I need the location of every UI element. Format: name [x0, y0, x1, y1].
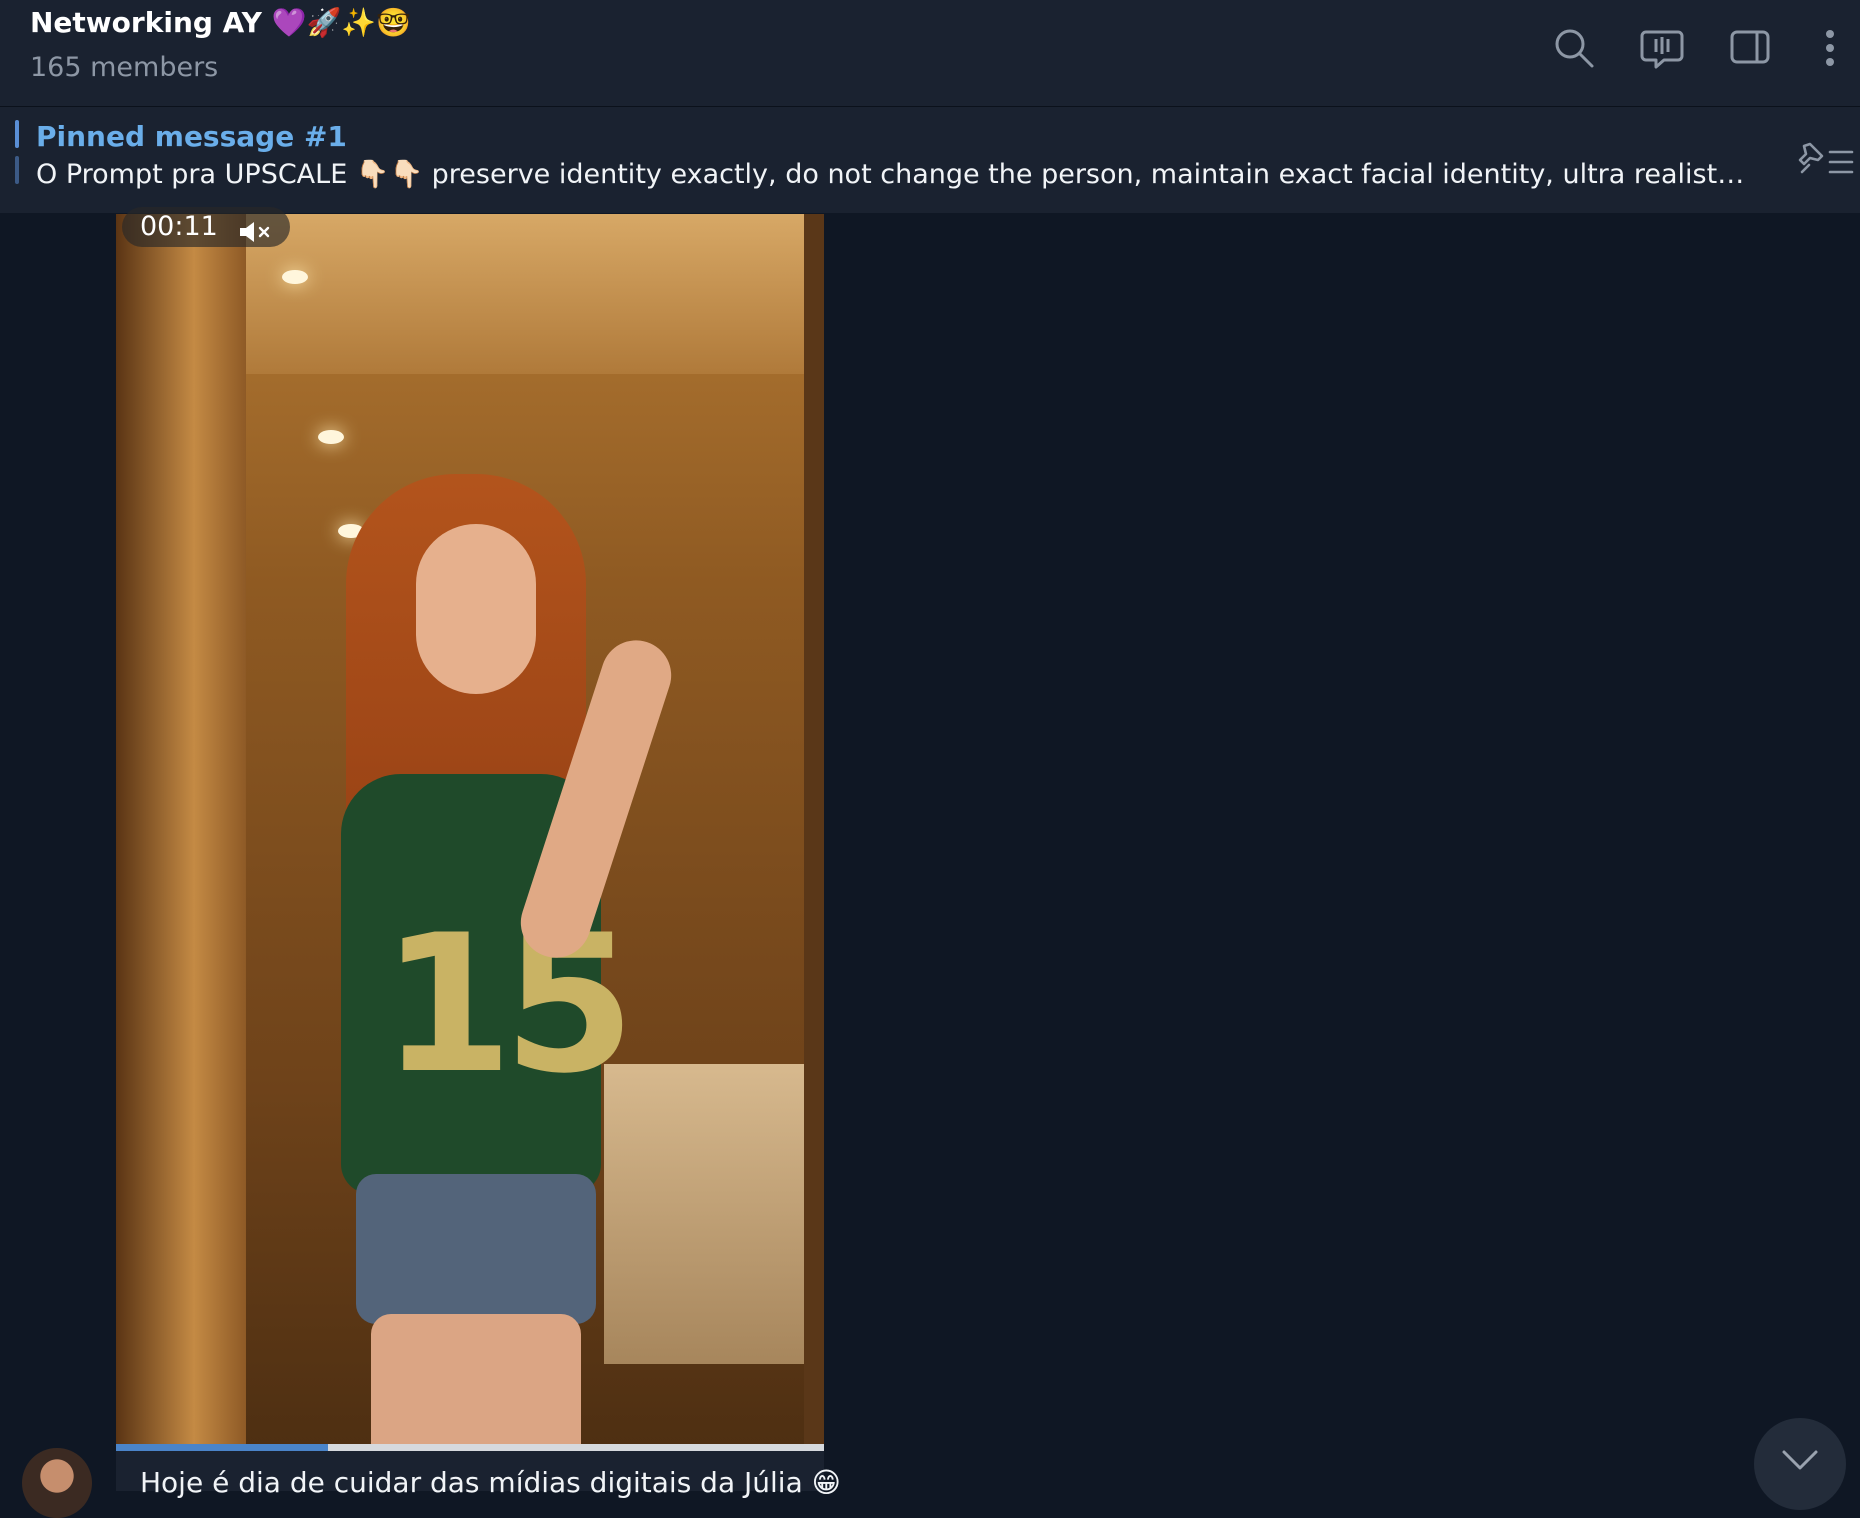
- pinned-indicator: [15, 120, 19, 195]
- video-duration: 00:11: [140, 211, 218, 242]
- video-scene-door: [804, 214, 824, 1446]
- video-duration-badge: 00:11: [122, 207, 291, 247]
- chevron-down-icon: [1782, 1450, 1818, 1470]
- video-message[interactable]: 15: [116, 214, 824, 1446]
- video-scene-ceiling: [246, 214, 804, 374]
- video-subject-shorts: [356, 1174, 596, 1324]
- pinned-list-icon[interactable]: [1796, 138, 1856, 182]
- chat-title[interactable]: Networking AY 💜🚀✨🤓: [30, 6, 411, 39]
- sender-avatar[interactable]: [22, 1448, 92, 1518]
- video-subject-legs: [371, 1314, 581, 1446]
- more-icon[interactable]: [1808, 26, 1852, 70]
- video-subject-face: [416, 524, 536, 694]
- chat-header: Networking AY 💜🚀✨🤓 165 members: [0, 0, 1860, 107]
- member-count: 165 members: [30, 52, 219, 83]
- pinned-title[interactable]: Pinned message #1: [36, 120, 347, 153]
- muted-icon[interactable]: [238, 216, 272, 242]
- video-scene-light: [282, 270, 308, 284]
- search-icon[interactable]: [1552, 26, 1596, 70]
- video-scene-wall: [116, 214, 246, 1446]
- scroll-to-bottom-button[interactable]: [1754, 1418, 1846, 1510]
- pinned-text[interactable]: O Prompt pra UPSCALE 👇🏻👇🏻 preserve ident…: [36, 158, 1746, 190]
- video-scene-bed: [604, 1064, 804, 1364]
- sidebar-toggle-icon[interactable]: [1728, 26, 1772, 70]
- video-scene-light: [318, 430, 344, 444]
- video-progress-bar[interactable]: [116, 1444, 824, 1451]
- message-caption: Hoje é dia de cuidar das mídias digitais…: [140, 1466, 841, 1499]
- live-stream-icon[interactable]: [1640, 26, 1684, 70]
- video-progress-fill: [116, 1444, 329, 1451]
